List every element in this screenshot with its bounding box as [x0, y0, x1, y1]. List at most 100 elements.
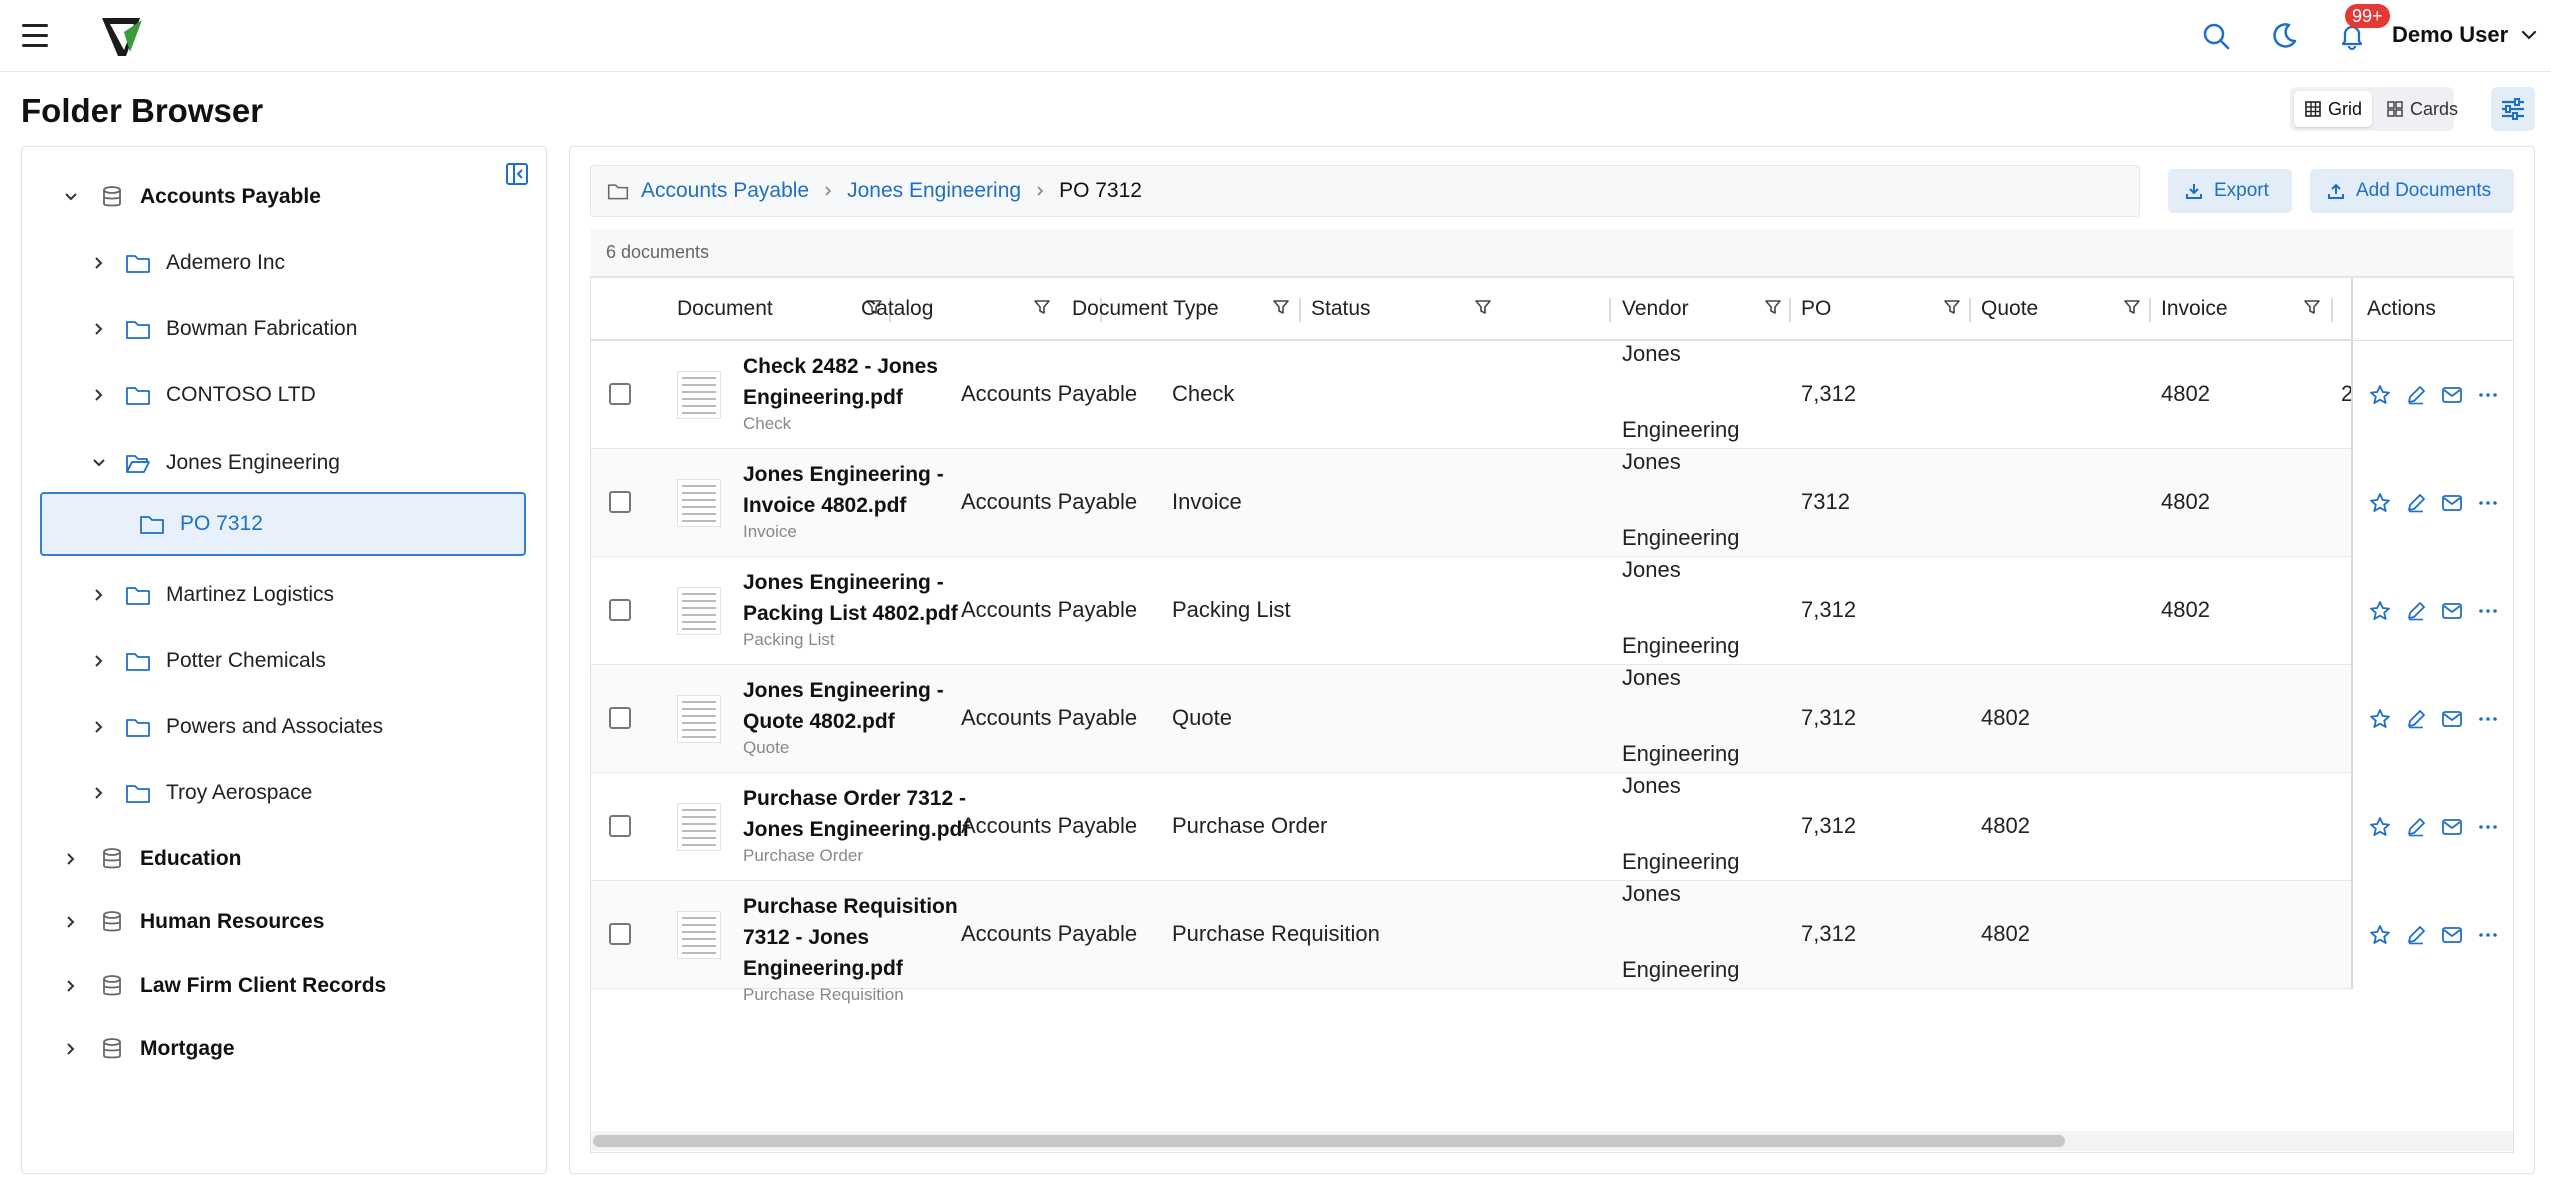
tree-folder-bowman-fabrication[interactable]: Bowman Fabrication: [86, 301, 526, 357]
app-logo[interactable]: [96, 10, 148, 62]
document-name[interactable]: Purchase Requisition 7312 - Jones Engine…: [743, 891, 973, 1006]
more-icon[interactable]: [2475, 706, 2501, 732]
column-resize-handle[interactable]: [2149, 298, 2151, 322]
column-header-document[interactable]: Document: [677, 278, 882, 340]
more-icon[interactable]: [2475, 598, 2501, 624]
more-icon[interactable]: [2475, 382, 2501, 408]
table-row[interactable]: Jones Engineering - Invoice 4802.pdf Invo…: [591, 449, 2513, 557]
table-row[interactable]: Purchase Requisition 7312 - Jones Engine…: [591, 881, 2513, 1004]
horizontal-scrollbar-thumb[interactable]: [593, 1135, 2065, 1147]
table-row[interactable]: Jones Engineering - Packing List 4802.pd…: [591, 557, 2513, 665]
edit-icon[interactable]: [2403, 922, 2429, 948]
chevron-right-icon[interactable]: [86, 250, 112, 276]
chevron-right-icon[interactable]: [86, 714, 112, 740]
chevron-down-icon[interactable]: [58, 184, 84, 210]
tree-folder-potter-chemicals[interactable]: Potter Chemicals: [86, 633, 526, 689]
chevron-right-icon[interactable]: [86, 648, 112, 674]
breadcrumb-link[interactable]: Accounts Payable: [641, 179, 809, 203]
column-resize-handle[interactable]: [1789, 298, 1791, 322]
search-icon[interactable]: [2200, 20, 2232, 52]
column-header-vendor[interactable]: Vendor: [1622, 278, 1782, 340]
tree-root-mortgage[interactable]: Mortgage: [58, 1021, 508, 1077]
star-icon[interactable]: [2367, 922, 2393, 948]
star-icon[interactable]: [2367, 490, 2393, 516]
tree-folder-po-7312[interactable]: PO 7312: [40, 492, 526, 556]
tree-root-accounts-payable[interactable]: Accounts Payable: [58, 169, 508, 225]
chevron-right-icon[interactable]: [58, 909, 84, 935]
chevron-right-icon[interactable]: [86, 316, 112, 342]
filter-icon[interactable]: [1943, 298, 1961, 316]
horizontal-scrollbar[interactable]: [591, 1131, 2513, 1151]
tree-folder-martinez-logistics[interactable]: Martinez Logistics: [86, 567, 526, 623]
tree-folder-ademero-inc[interactable]: Ademero Inc: [86, 235, 526, 291]
email-icon[interactable]: [2439, 490, 2465, 516]
filter-icon[interactable]: [2123, 298, 2141, 316]
filter-icon[interactable]: [2303, 298, 2321, 316]
row-checkbox[interactable]: [609, 815, 631, 837]
filter-icon[interactable]: [1033, 298, 1051, 316]
star-icon[interactable]: [2367, 598, 2393, 624]
document-thumbnail[interactable]: [677, 695, 721, 743]
column-header-po[interactable]: PO: [1801, 278, 1961, 340]
user-menu[interactable]: Demo User: [2392, 22, 2538, 48]
document-thumbnail[interactable]: [677, 803, 721, 851]
email-icon[interactable]: [2439, 382, 2465, 408]
chevron-right-icon[interactable]: [86, 582, 112, 608]
chevron-down-icon[interactable]: [86, 450, 112, 476]
table-row[interactable]: Purchase Order 7312 - Jones Engineering.…: [591, 773, 2513, 881]
document-name[interactable]: Jones Engineering - Packing List 4802.pd…: [743, 567, 973, 651]
menu-icon[interactable]: [20, 18, 66, 54]
add-documents-button[interactable]: Add Documents: [2310, 169, 2514, 213]
more-icon[interactable]: [2475, 490, 2501, 516]
column-header-catalog[interactable]: Catalog: [861, 278, 1051, 340]
email-icon[interactable]: [2439, 922, 2465, 948]
star-icon[interactable]: [2367, 382, 2393, 408]
moon-icon[interactable]: [2268, 20, 2300, 52]
chevron-right-icon[interactable]: [86, 780, 112, 806]
edit-icon[interactable]: [2403, 598, 2429, 624]
table-row[interactable]: Check 2482 - Jones Engineering.pdf Check A…: [591, 341, 2513, 449]
more-icon[interactable]: [2475, 814, 2501, 840]
document-thumbnail[interactable]: [677, 371, 721, 419]
star-icon[interactable]: [2367, 706, 2393, 732]
edit-icon[interactable]: [2403, 382, 2429, 408]
document-thumbnail[interactable]: [677, 587, 721, 635]
breadcrumb-link[interactable]: Jones Engineering: [847, 179, 1021, 203]
edit-icon[interactable]: [2403, 706, 2429, 732]
row-checkbox[interactable]: [609, 491, 631, 513]
more-icon[interactable]: [2475, 922, 2501, 948]
chevron-right-icon[interactable]: [58, 846, 84, 872]
edit-icon[interactable]: [2403, 814, 2429, 840]
column-header-status[interactable]: Status: [1311, 278, 1501, 340]
document-name[interactable]: Jones Engineering - Invoice 4802.pdf Invo…: [743, 459, 973, 543]
tree-folder-jones-engineering[interactable]: Jones Engineering: [86, 435, 526, 491]
view-grid-button[interactable]: Grid: [2294, 91, 2373, 127]
filter-icon[interactable]: [1764, 298, 1782, 316]
column-header-invoice[interactable]: Invoice: [2161, 278, 2321, 340]
tree-folder-contoso-ltd[interactable]: CONTOSO LTD: [86, 367, 526, 423]
view-cards-button[interactable]: Cards: [2376, 91, 2468, 127]
column-resize-handle[interactable]: [1299, 298, 1301, 322]
tree-root-education[interactable]: Education: [58, 831, 508, 887]
column-resize-handle[interactable]: [1969, 298, 1971, 322]
chevron-right-icon[interactable]: [58, 1036, 84, 1062]
email-icon[interactable]: [2439, 814, 2465, 840]
filter-icon[interactable]: [1474, 298, 1492, 316]
tree-root-human-resources[interactable]: Human Resources: [58, 894, 508, 950]
column-header-document-type[interactable]: Document Type: [1072, 278, 1302, 340]
email-icon[interactable]: [2439, 706, 2465, 732]
chevron-right-icon[interactable]: [58, 973, 84, 999]
column-header-quote[interactable]: Quote: [1981, 278, 2141, 340]
row-checkbox[interactable]: [609, 707, 631, 729]
document-name[interactable]: Jones Engineering - Quote 4802.pdf Quote: [743, 675, 973, 759]
email-icon[interactable]: [2439, 598, 2465, 624]
tree-root-law-firm-client-records[interactable]: Law Firm Client Records: [58, 958, 508, 1014]
star-icon[interactable]: [2367, 814, 2393, 840]
row-checkbox[interactable]: [609, 599, 631, 621]
edit-icon[interactable]: [2403, 490, 2429, 516]
row-checkbox[interactable]: [609, 923, 631, 945]
row-checkbox[interactable]: [609, 383, 631, 405]
collapse-panel-icon[interactable]: [504, 161, 534, 191]
settings-sliders-button[interactable]: [2491, 87, 2535, 131]
filter-icon[interactable]: [1272, 298, 1290, 316]
